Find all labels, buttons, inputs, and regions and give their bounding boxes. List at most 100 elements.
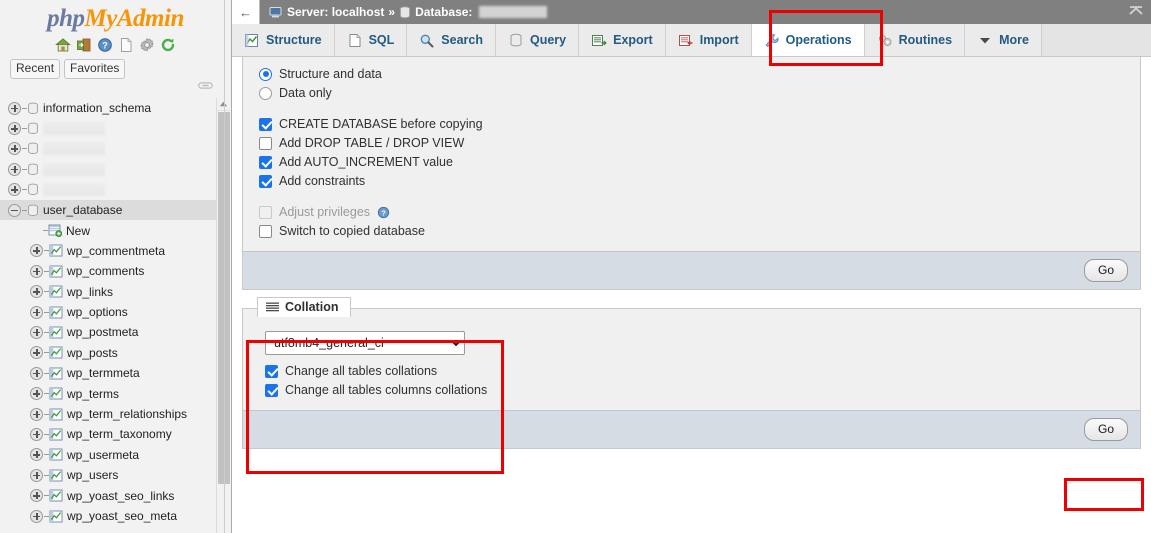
tree-item-label-redacted[interactable] xyxy=(43,183,105,196)
reload-icon[interactable] xyxy=(160,37,176,53)
tree-item-label-redacted[interactable] xyxy=(43,122,105,135)
tree-item-label[interactable]: wp_commentmeta xyxy=(67,244,165,258)
tab-sql[interactable]: SQL xyxy=(335,24,408,56)
tree-table-item[interactable]: wp_posts xyxy=(0,343,216,363)
add-drop-table-drop-view-option[interactable]: Add DROP TABLE / DROP VIEW xyxy=(259,134,1140,152)
tree-expand-icon[interactable] xyxy=(30,469,43,482)
tree-item-label[interactable]: user_database xyxy=(43,203,122,217)
tree-table-item[interactable]: wp_users xyxy=(0,465,216,485)
tree-expand-icon[interactable] xyxy=(30,346,43,359)
tree-table-item[interactable]: wp_usermeta xyxy=(0,445,216,465)
breadcrumb-server-label[interactable]: Server: localhost xyxy=(287,5,384,19)
tree-item-label[interactable]: wp_posts xyxy=(67,346,118,360)
add-drop-table-drop-view-checkbox[interactable] xyxy=(259,137,272,150)
add-drop-table-drop-view-label[interactable]: Add DROP TABLE / DROP VIEW xyxy=(279,136,464,150)
tree-expand-icon[interactable] xyxy=(30,428,43,441)
tab-operations[interactable]: Operations xyxy=(752,24,865,56)
tab-more[interactable]: More xyxy=(965,24,1042,56)
tab-structure[interactable]: Structure xyxy=(232,24,335,56)
tree-expand-icon[interactable] xyxy=(30,510,43,523)
tree-item-label[interactable]: wp_users xyxy=(67,468,118,482)
tree-item-label[interactable]: wp_links xyxy=(67,285,113,299)
data-only-radio[interactable] xyxy=(259,87,272,100)
help-circle-icon[interactable]: ? xyxy=(377,206,390,219)
tree-table-item[interactable]: wp_yoast_seo_meta xyxy=(0,506,216,526)
tree-database-item[interactable] xyxy=(0,180,216,200)
help-docs-icon[interactable]: ? xyxy=(97,37,113,53)
change-all-tables-columns-collations-option[interactable]: Change all tables columns collations xyxy=(265,381,1140,399)
tree-table-item[interactable]: wp_yoast_seo_links xyxy=(0,485,216,505)
tree-table-item[interactable]: wp_term_relationships xyxy=(0,404,216,424)
copy-database-go-button[interactable]: Go xyxy=(1084,259,1128,282)
tree-database-item[interactable] xyxy=(0,159,216,179)
add-constraints-checkbox[interactable] xyxy=(259,175,272,188)
tree-table-item[interactable]: wp_links xyxy=(0,282,216,302)
tree-expand-icon[interactable] xyxy=(30,448,43,461)
favorites-button[interactable]: Favorites xyxy=(64,59,125,79)
tree-expand-icon[interactable] xyxy=(30,244,43,257)
data-only-label[interactable]: Data only xyxy=(279,86,332,100)
sidebar-scrollbar[interactable] xyxy=(216,98,230,533)
tree-table-item[interactable]: New xyxy=(0,220,216,240)
tree-expand-icon[interactable] xyxy=(30,387,43,400)
tree-database-item[interactable]: user_database xyxy=(0,200,216,220)
tree-expand-icon[interactable] xyxy=(30,326,43,339)
tree-table-item[interactable]: wp_terms xyxy=(0,383,216,403)
change-all-tables-columns-collations-label[interactable]: Change all tables columns collations xyxy=(285,383,487,397)
tree-item-label[interactable]: wp_termmeta xyxy=(67,366,140,380)
tab-routines[interactable]: Routines xyxy=(865,24,965,56)
add-auto-increment-value-option[interactable]: Add AUTO_INCREMENT value xyxy=(259,153,1140,171)
settings-icon[interactable] xyxy=(139,37,155,53)
tree-expand-icon[interactable] xyxy=(8,102,21,115)
chain-link-icon[interactable] xyxy=(198,80,213,91)
tree-expand-icon[interactable] xyxy=(8,163,21,176)
tree-expand-icon[interactable] xyxy=(30,367,43,380)
tab-search[interactable]: Search xyxy=(407,24,496,56)
create-database-before-copying-label[interactable]: CREATE DATABASE before copying xyxy=(279,117,483,131)
tree-expand-icon[interactable] xyxy=(30,285,43,298)
add-constraints-label[interactable]: Add constraints xyxy=(279,174,365,188)
structure-and-data-option[interactable]: Structure and data xyxy=(259,65,1140,83)
logout-icon[interactable] xyxy=(76,37,92,53)
tree-expand-icon[interactable] xyxy=(8,122,21,135)
switch-to-copied-database-checkbox[interactable] xyxy=(259,225,272,238)
tree-table-item[interactable]: wp_postmeta xyxy=(0,322,216,342)
tree-table-item[interactable]: wp_termmeta xyxy=(0,363,216,383)
tree-table-item[interactable]: wp_term_taxonomy xyxy=(0,424,216,444)
structure-and-data-label[interactable]: Structure and data xyxy=(279,67,382,81)
tree-item-label[interactable]: wp_terms xyxy=(67,387,119,401)
tree-item-label-redacted[interactable] xyxy=(43,142,105,155)
tree-item-label[interactable]: wp_yoast_seo_links xyxy=(67,489,174,503)
switch-to-copied-database-option[interactable]: Switch to copied database xyxy=(259,222,1140,240)
phpmyadmin-logo[interactable]: phpMyAdmin xyxy=(0,0,231,34)
tree-expand-icon[interactable] xyxy=(8,142,21,155)
tree-table-item[interactable]: wp_commentmeta xyxy=(0,241,216,261)
breadcrumb-database-label[interactable]: Database: xyxy=(415,5,472,19)
data-only-option[interactable]: Data only xyxy=(259,84,1140,102)
tab-import[interactable]: Import xyxy=(666,24,752,56)
tree-expand-icon[interactable] xyxy=(30,306,43,319)
collapse-up-icon[interactable] xyxy=(1127,3,1145,21)
tree-item-label[interactable]: wp_term_taxonomy xyxy=(67,427,172,441)
collation-select[interactable]: utf8mb4_general_ci xyxy=(265,331,465,355)
tree-item-label[interactable]: wp_postmeta xyxy=(67,325,138,339)
back-button[interactable]: ← xyxy=(232,0,260,24)
recent-button[interactable]: Recent xyxy=(10,59,60,79)
tree-table-item[interactable]: wp_options xyxy=(0,302,216,322)
tree-expand-icon[interactable] xyxy=(8,183,21,196)
create-database-before-copying-option[interactable]: CREATE DATABASE before copying xyxy=(259,115,1140,133)
tree-item-label[interactable]: wp_options xyxy=(67,305,128,319)
tree-expand-icon[interactable] xyxy=(30,489,43,502)
tree-table-item[interactable]: wp_comments xyxy=(0,261,216,281)
change-all-tables-collations-label[interactable]: Change all tables collations xyxy=(285,364,437,378)
tree-item-label-redacted[interactable] xyxy=(43,163,105,176)
create-database-before-copying-checkbox[interactable] xyxy=(259,118,272,131)
tree-expand-icon[interactable] xyxy=(30,408,43,421)
tree-item-label[interactable]: New xyxy=(66,224,90,238)
switch-to-copied-database-label[interactable]: Switch to copied database xyxy=(279,224,425,238)
tree-database-item[interactable] xyxy=(0,118,216,138)
tab-export[interactable]: Export xyxy=(579,24,666,56)
tree-database-item[interactable]: information_schema xyxy=(0,98,216,118)
change-all-tables-collations-option[interactable]: Change all tables collations xyxy=(265,362,1140,380)
home-icon[interactable] xyxy=(55,37,71,53)
